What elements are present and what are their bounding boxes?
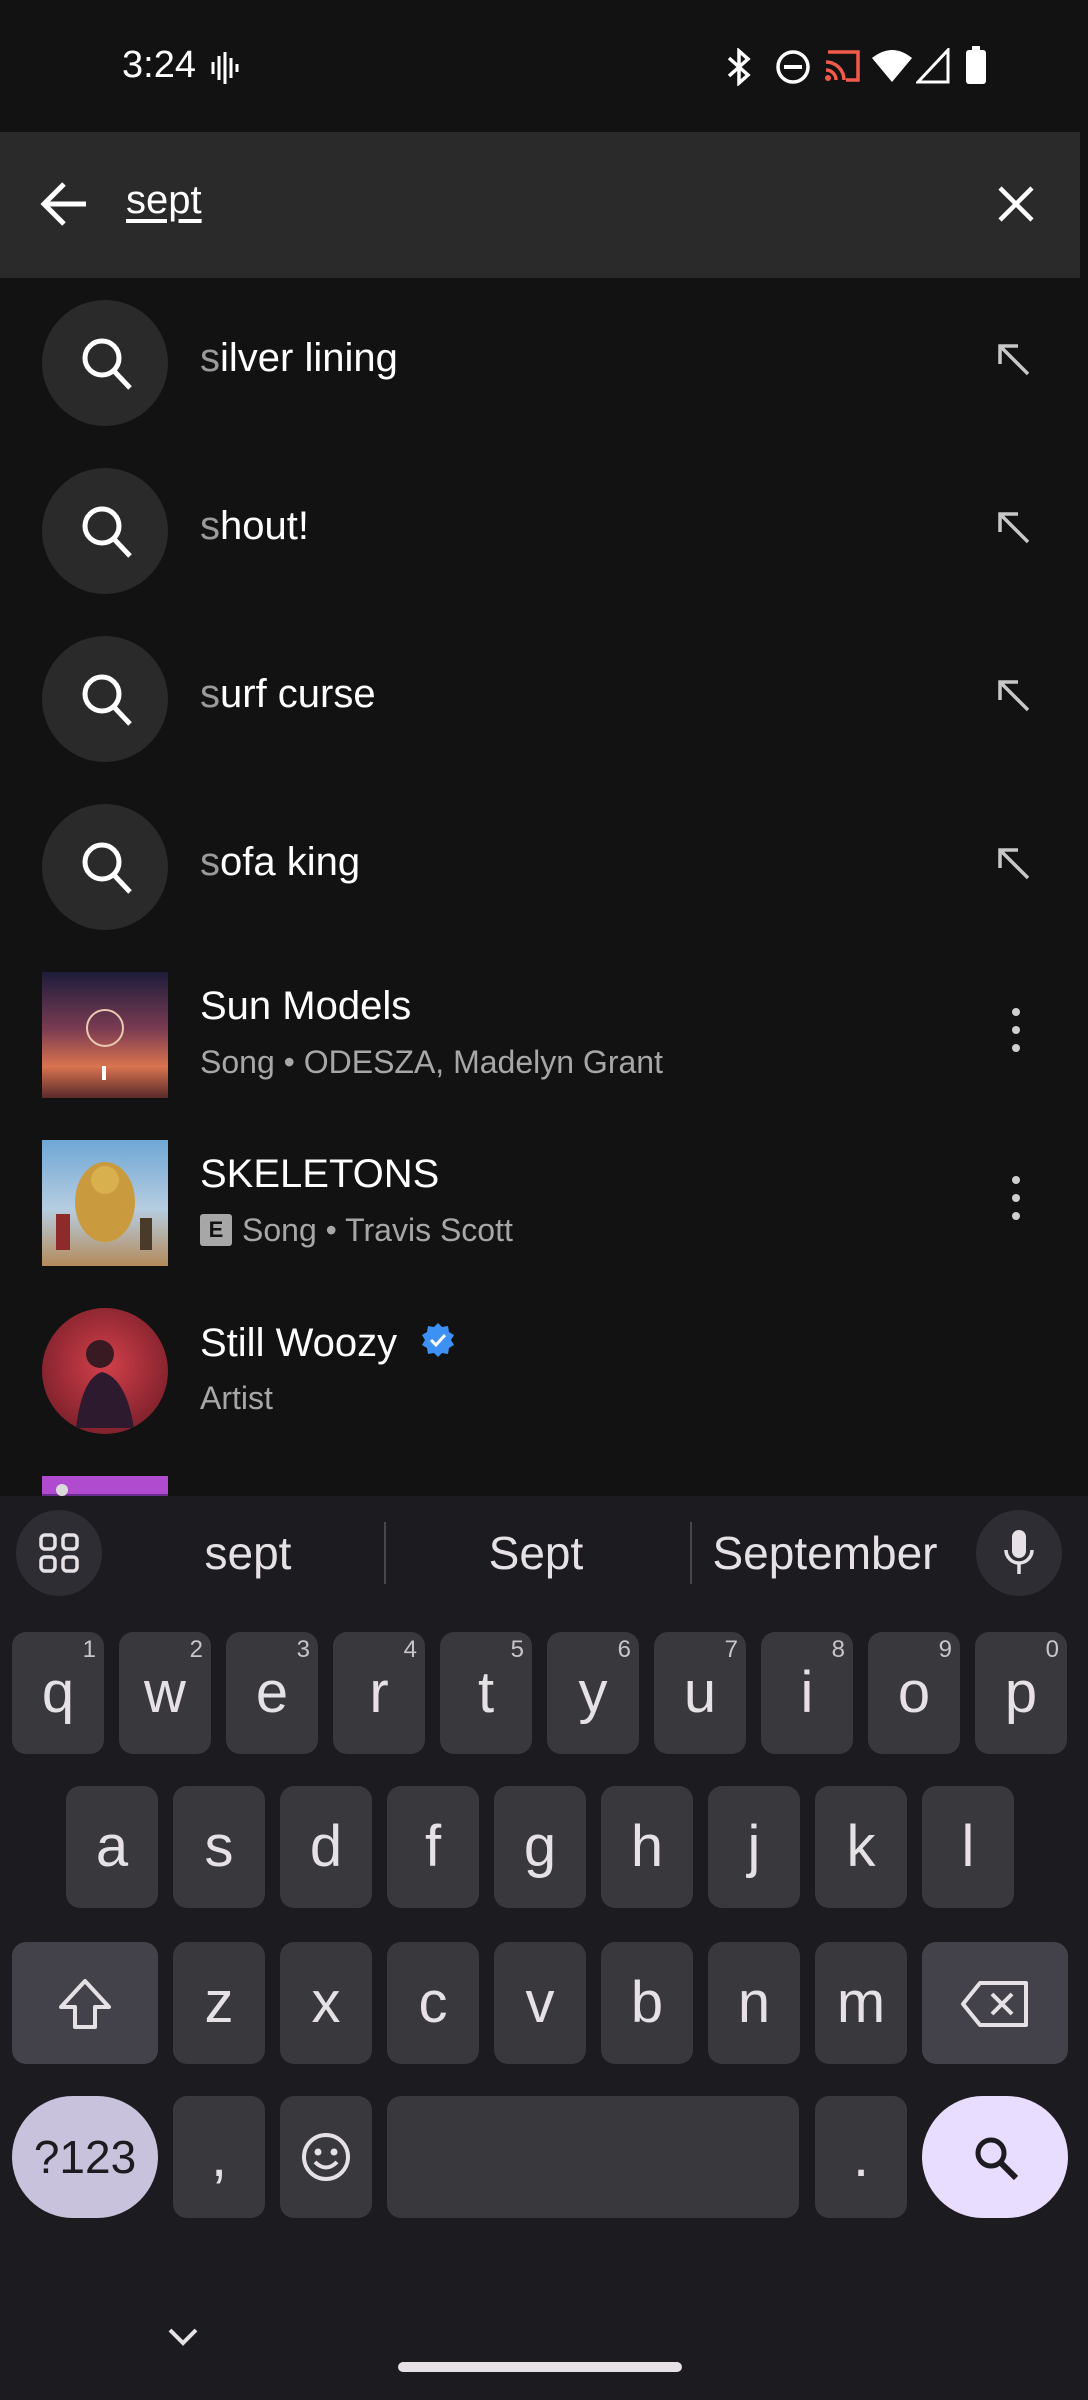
result-subtitle: E Song • Travis Scott: [200, 1212, 513, 1249]
key-b[interactable]: b: [601, 1942, 693, 2064]
search-suggestion[interactable]: sofa king: [0, 782, 1080, 950]
result-artist-still-woozy[interactable]: Still Woozy Artist: [0, 1286, 1080, 1454]
result-title: Still Woozy: [200, 1320, 456, 1366]
period-key[interactable]: .: [815, 2096, 907, 2218]
more-options-icon[interactable]: [1006, 1002, 1026, 1066]
keyboard-suggestion[interactable]: sept: [140, 1526, 356, 1580]
back-arrow-icon[interactable]: [36, 176, 92, 232]
voice-input-button[interactable]: [976, 1510, 1062, 1596]
comma-key[interactable]: ,: [173, 2096, 265, 2218]
symbols-key[interactable]: ?123: [12, 2096, 158, 2218]
search-icon: [42, 636, 168, 762]
clear-icon[interactable]: [996, 184, 1036, 224]
vibrate-icon: [211, 52, 239, 84]
suggestion-text: shout!: [200, 504, 309, 548]
more-options-icon[interactable]: [1006, 1170, 1026, 1234]
hide-keyboard-icon[interactable]: [166, 2326, 200, 2348]
key-u[interactable]: u7: [654, 1632, 746, 1754]
keyboard-menu-button[interactable]: [16, 1510, 102, 1596]
key-e[interactable]: e3: [226, 1632, 318, 1754]
backspace-icon: [961, 1981, 1028, 2027]
keyboard-suggestion[interactable]: September: [700, 1526, 950, 1580]
suggestion-divider: [690, 1522, 692, 1584]
key-v[interactable]: v: [494, 1942, 586, 2064]
key-x[interactable]: x: [280, 1942, 372, 2064]
bluetooth-icon: [727, 48, 751, 86]
result-title: Sun Models: [200, 984, 412, 1028]
key-w[interactable]: w2: [119, 1632, 211, 1754]
key-k[interactable]: k: [815, 1786, 907, 1908]
result-partial[interactable]: [0, 1454, 1080, 1496]
wifi-icon: [872, 50, 912, 82]
explicit-badge: E: [200, 1213, 232, 1246]
keyboard-suggestion[interactable]: Sept: [420, 1526, 652, 1580]
search-submit-key[interactable]: [922, 2096, 1068, 2218]
search-suggestion[interactable]: shout!: [0, 446, 1080, 614]
key-y[interactable]: y6: [547, 1632, 639, 1754]
result-song-sun-models[interactable]: Sun Models Song • ODESZA, Madelyn Grant: [0, 950, 1080, 1118]
key-d[interactable]: d: [280, 1786, 372, 1908]
key-a[interactable]: a: [66, 1786, 158, 1908]
key-n[interactable]: n: [708, 1942, 800, 2064]
search-input[interactable]: sept: [126, 178, 202, 223]
home-gesture-bar[interactable]: [398, 2362, 682, 2372]
cast-icon: [825, 50, 860, 82]
key-t[interactable]: t5: [440, 1632, 532, 1754]
search-bar: sept: [0, 132, 1080, 278]
search-icon: [42, 468, 168, 594]
verified-badge-icon: [422, 1323, 455, 1357]
emoji-key[interactable]: [280, 2096, 372, 2218]
shift-key[interactable]: [12, 1942, 158, 2064]
backspace-key[interactable]: [922, 1942, 1068, 2064]
fill-query-arrow-icon[interactable]: [996, 846, 1032, 882]
result-title: SKELETONS: [200, 1152, 440, 1196]
cell-signal-icon: [916, 48, 950, 84]
microphone-icon: [1004, 1530, 1034, 1574]
key-q[interactable]: q1: [12, 1632, 104, 1754]
suggestion-text: surf curse: [200, 672, 376, 716]
suggestion-text: sofa king: [200, 840, 361, 884]
search-results-list: silver lining shout! surf curse sofa kin…: [0, 278, 1080, 1496]
search-icon: [42, 300, 168, 426]
key-g[interactable]: g: [494, 1786, 586, 1908]
key-i[interactable]: i8: [761, 1632, 853, 1754]
key-m[interactable]: m: [815, 1942, 907, 2064]
album-art: [42, 972, 168, 1098]
suggestion-text: silver lining: [200, 336, 398, 380]
fill-query-arrow-icon[interactable]: [996, 510, 1032, 546]
on-screen-keyboard: sept Sept September q1 w2 e3 r4 t5 y6 u7…: [0, 1496, 1088, 2400]
fill-query-arrow-icon[interactable]: [996, 342, 1032, 378]
key-l[interactable]: l: [922, 1786, 1014, 1908]
album-art: [42, 1140, 168, 1266]
search-suggestion[interactable]: surf curse: [0, 614, 1080, 782]
artist-avatar: [42, 1308, 168, 1434]
grid-icon: [39, 1533, 79, 1573]
emoji-icon: [302, 2133, 350, 2181]
status-time: 3:24: [122, 44, 196, 86]
search-icon: [975, 2137, 1019, 2181]
album-art: [42, 1476, 168, 1496]
fill-query-arrow-icon[interactable]: [996, 678, 1032, 714]
key-p[interactable]: p0: [975, 1632, 1067, 1754]
key-f[interactable]: f: [387, 1786, 479, 1908]
do-not-disturb-icon: [776, 50, 810, 84]
battery-icon: [966, 46, 986, 84]
key-j[interactable]: j: [708, 1786, 800, 1908]
shift-icon: [59, 1979, 111, 2029]
key-o[interactable]: o9: [868, 1632, 960, 1754]
result-subtitle: Artist: [200, 1380, 273, 1416]
result-subtitle: Song • ODESZA, Madelyn Grant: [200, 1044, 663, 1080]
key-z[interactable]: z: [173, 1942, 265, 2064]
key-s[interactable]: s: [173, 1786, 265, 1908]
key-c[interactable]: c: [387, 1942, 479, 2064]
result-song-skeletons[interactable]: SKELETONS E Song • Travis Scott: [0, 1118, 1080, 1286]
key-r[interactable]: r4: [333, 1632, 425, 1754]
search-suggestion[interactable]: silver lining: [0, 278, 1080, 446]
key-h[interactable]: h: [601, 1786, 693, 1908]
suggestion-divider: [384, 1522, 386, 1584]
search-icon: [42, 804, 168, 930]
status-bar: 3:24: [0, 0, 1088, 132]
space-key[interactable]: [387, 2096, 799, 2218]
